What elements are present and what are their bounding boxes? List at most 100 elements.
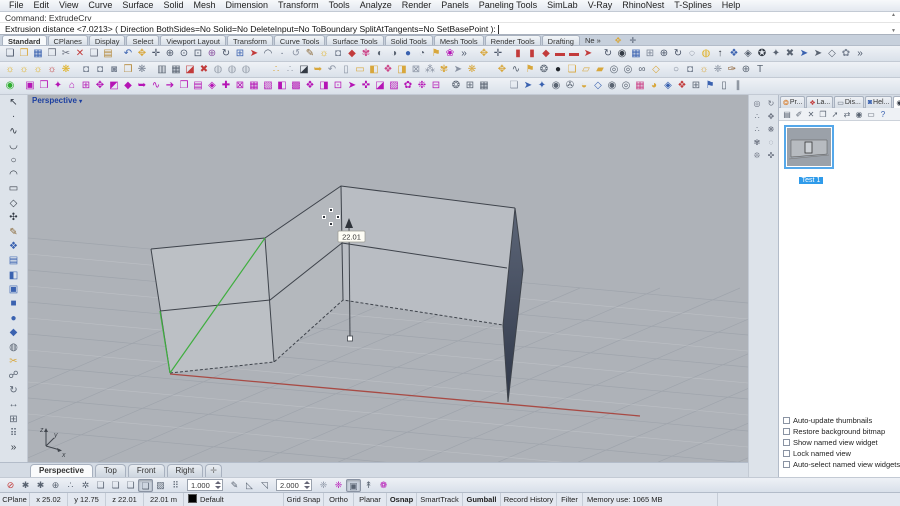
tool-icon[interactable]: ✣ xyxy=(6,211,21,225)
menu-item[interactable]: File xyxy=(4,0,29,11)
toolbar-icon[interactable]: ✛ xyxy=(149,47,163,61)
status-cell[interactable]: 22.01 m xyxy=(144,493,184,506)
status-cell[interactable]: Planar xyxy=(354,493,387,506)
panel-toolbar-icon[interactable]: ✕ xyxy=(805,109,817,120)
menu-item[interactable]: Help xyxy=(717,0,746,11)
snap-tool-icon[interactable]: ❏ xyxy=(108,479,123,492)
panel-tab[interactable]: ▭ Dis... xyxy=(834,96,864,108)
tool-icon[interactable]: ● xyxy=(6,312,21,326)
named-view-option[interactable]: Auto-select named view widgets xyxy=(783,460,900,469)
toolbar-icon[interactable]: ▬ xyxy=(567,47,581,61)
toolbar-icon[interactable]: ◇ xyxy=(825,47,839,61)
toolbar-icon[interactable]: ◍ xyxy=(239,63,253,77)
panel-tab[interactable]: ❂ Pr... xyxy=(780,96,806,108)
toolbar-icon[interactable]: ☼ xyxy=(3,63,17,77)
toolbar-icon[interactable]: ▰ xyxy=(593,63,607,77)
toolbar-icon[interactable]: ✿ xyxy=(401,79,415,93)
toolbar-icon[interactable]: ⊠ xyxy=(409,63,423,77)
toolbar-icon[interactable]: ∥ xyxy=(731,79,745,93)
named-view-option[interactable]: Restore background bitmap xyxy=(783,427,900,436)
menu-item[interactable]: Edit xyxy=(29,0,55,11)
menu-item[interactable]: View xyxy=(54,0,83,11)
toolbar-icon[interactable]: ⊞ xyxy=(233,47,247,61)
toolbar-icon[interactable]: ➤ xyxy=(345,79,359,93)
toolbar-icon[interactable] xyxy=(479,63,495,77)
viewport-tab[interactable]: Perspective xyxy=(30,464,93,477)
toolbar-icon[interactable]: ❏ xyxy=(507,79,521,93)
toolbar-icon[interactable]: ◐ xyxy=(373,47,387,61)
dock-icon[interactable]: ◎ xyxy=(751,98,763,110)
command-prompt[interactable]: Extrusion distance <7.0213> ( Direction … xyxy=(0,23,900,35)
toolbar-icon[interactable]: ❋ xyxy=(465,63,479,77)
toolbar-icon[interactable]: ❖ xyxy=(727,47,741,61)
status-cell[interactable]: y 12.75 xyxy=(68,493,106,506)
toolbar-tab[interactable]: Drafting xyxy=(541,35,580,46)
toolbar-icon[interactable]: ✛ xyxy=(491,47,505,61)
checkbox[interactable] xyxy=(783,450,790,457)
toolbar-icon[interactable]: ↻ xyxy=(601,47,615,61)
dock-icon[interactable]: ❋ xyxy=(765,124,777,136)
toolbar-icon[interactable]: ❂ xyxy=(449,79,463,93)
toolbar-icon[interactable]: ⊞ xyxy=(79,79,93,93)
toolbar-icon[interactable]: ▦ xyxy=(169,63,183,77)
toolbar-icon[interactable]: ❖ xyxy=(381,63,395,77)
toolbar-icon[interactable]: ⌂ xyxy=(65,79,79,93)
toolbar-icon[interactable]: ▥ xyxy=(155,63,169,77)
toolbar-icon[interactable]: ◒ xyxy=(577,79,591,93)
snap-tool-icon[interactable]: ✱ xyxy=(18,479,33,492)
menu-item[interactable]: Curve xyxy=(83,0,117,11)
status-cell[interactable]: SmartTrack xyxy=(417,493,463,506)
dock-icon[interactable]: ❊ xyxy=(751,150,763,162)
viewport-tab[interactable]: ✛ xyxy=(205,464,222,477)
checkbox[interactable] xyxy=(783,428,790,435)
toolbar-icon[interactable]: ⊡ xyxy=(331,79,345,93)
toolbar-icon[interactable]: ⊞ xyxy=(463,79,477,93)
toolbar-icon[interactable]: ↶ xyxy=(121,47,135,61)
tool-icon[interactable]: ∙ xyxy=(6,110,21,124)
toolbar-icon[interactable]: ➤ xyxy=(247,47,261,61)
toolbar-icon[interactable]: ▦ xyxy=(629,47,643,61)
toolbar-icon[interactable]: ⊙ xyxy=(177,47,191,61)
tool-icon[interactable]: ◇ xyxy=(6,197,21,211)
toolbar-icon[interactable]: ▩ xyxy=(289,79,303,93)
toolbar-icon[interactable]: ◉ xyxy=(615,47,629,61)
toolbar-icon[interactable]: ✇ xyxy=(563,79,577,93)
panel-toolbar-icon[interactable]: ◉ xyxy=(853,109,865,120)
tool-icon[interactable]: ✎ xyxy=(6,226,21,240)
named-view-item[interactable]: Test 1 xyxy=(784,125,838,187)
dock-icon[interactable]: ∴ xyxy=(751,124,763,136)
command-scrollbar[interactable]: ▲ ▼ xyxy=(889,12,898,34)
toolbar-icon[interactable]: ❐ xyxy=(17,47,31,61)
tool-icon[interactable]: ⠿ xyxy=(6,427,21,441)
toolbar-icon[interactable]: ▦ xyxy=(477,79,491,93)
toolbar-icon[interactable]: » xyxy=(457,47,471,61)
panel-toolbar-icon[interactable]: ? xyxy=(877,109,889,120)
toolbar-icon[interactable]: ◉ xyxy=(605,79,619,93)
toolbar-icon[interactable]: ⚑ xyxy=(523,63,537,77)
toolbar-icon[interactable]: ◎ xyxy=(607,63,621,77)
menu-item[interactable]: Analyze xyxy=(355,0,397,11)
toolbar-icon[interactable]: ➥ xyxy=(311,63,325,77)
toolbar-icon[interactable]: ◇ xyxy=(591,79,605,93)
toolbar-icon[interactable]: ⊕ xyxy=(163,47,177,61)
snap-tool-icon[interactable]: ⊕ xyxy=(48,479,63,492)
toolbar-icon[interactable]: ✦ xyxy=(535,79,549,93)
panel-toolbar-icon[interactable]: ▭ xyxy=(865,109,877,120)
toolbar-icon[interactable]: ◍ xyxy=(225,63,239,77)
toolbar-icon[interactable]: ∴ xyxy=(269,63,283,77)
toolbar-icon[interactable]: ◈ xyxy=(741,47,755,61)
toolbar-icon[interactable]: ▨ xyxy=(387,79,401,93)
toolbar-icon[interactable]: ◍ xyxy=(699,47,713,61)
toolbar-icon[interactable]: ● xyxy=(401,47,415,61)
toolbar-icon[interactable]: ❒ xyxy=(45,47,59,61)
toolbar-icon[interactable]: ❐ xyxy=(177,79,191,93)
toolbar-icon[interactable]: ◌ xyxy=(685,47,699,61)
checkbox[interactable] xyxy=(783,417,790,424)
toolbar-icon[interactable]: ◠ xyxy=(261,47,275,61)
tool-icon[interactable]: ▭ xyxy=(6,182,21,196)
toolbar-icon[interactable]: ◑ xyxy=(387,47,401,61)
angle-spinner[interactable]: 2.000 xyxy=(276,479,312,491)
scroll-up-icon[interactable]: ▲ xyxy=(891,12,896,18)
viewport-tab[interactable]: Right xyxy=(166,464,204,477)
toolbar-icon[interactable]: ❋ xyxy=(59,63,73,77)
